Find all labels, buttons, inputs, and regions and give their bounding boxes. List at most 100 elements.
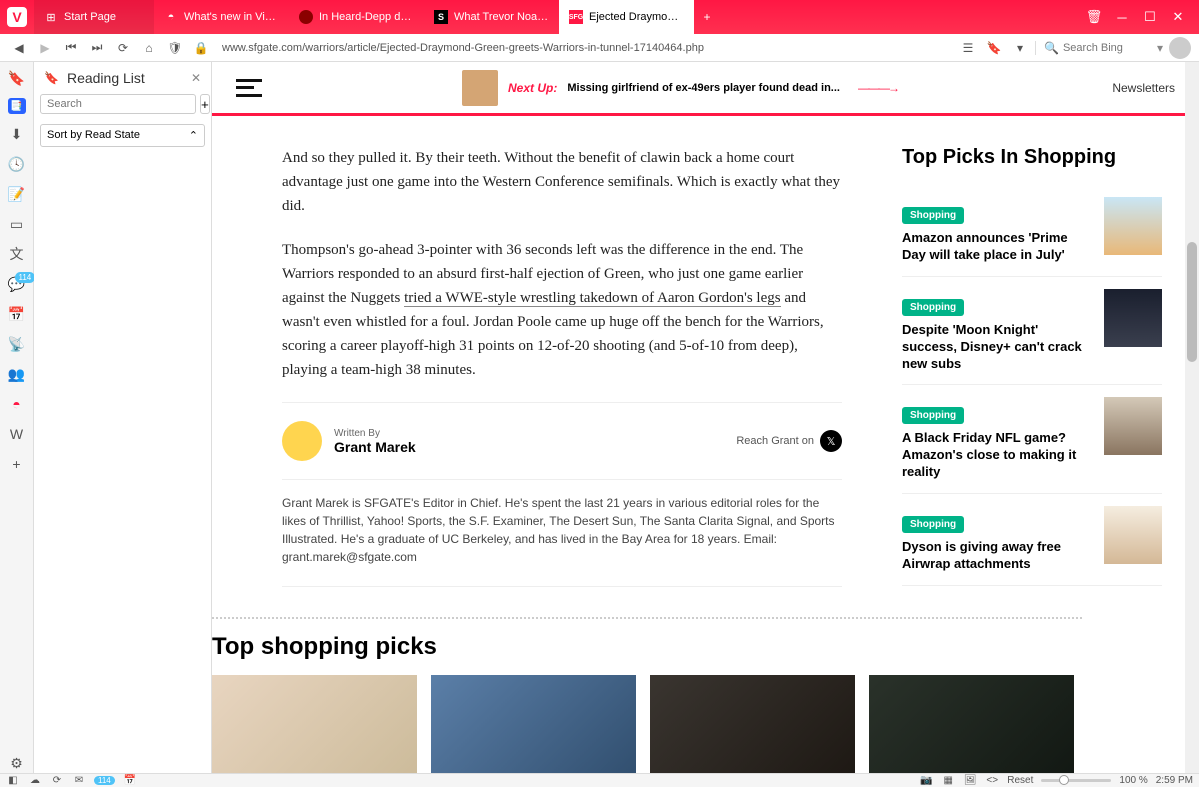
- menu-button[interactable]: [236, 79, 262, 97]
- slider-thumb[interactable]: [1059, 775, 1069, 785]
- vivaldi-menu-button[interactable]: V: [0, 0, 34, 34]
- settings-icon[interactable]: ⚙: [7, 753, 27, 773]
- pick-thumbnail: [1104, 506, 1162, 564]
- reload-button[interactable]: ⟳: [112, 37, 134, 59]
- back-button[interactable]: ◀: [8, 37, 30, 59]
- pick-headline: Amazon announces 'Prime Day will take pl…: [902, 230, 1092, 264]
- rewind-button[interactable]: ⏮: [60, 37, 82, 59]
- images-toggle-icon[interactable]: 🖼: [963, 775, 977, 787]
- shopping-tag: Shopping: [902, 407, 964, 424]
- sync-icon[interactable]: ☁: [28, 775, 42, 787]
- calendar-status-icon[interactable]: 📅: [123, 775, 137, 787]
- vertical-scrollbar[interactable]: [1185, 62, 1199, 773]
- home-button[interactable]: ⌂: [138, 37, 160, 59]
- page-actions-icon[interactable]: <>: [985, 775, 999, 787]
- search-box[interactable]: 🔍 ▾: [1035, 41, 1165, 55]
- zoom-reset-button[interactable]: Reset: [1007, 775, 1033, 786]
- close-button[interactable]: ✕: [1171, 10, 1185, 24]
- fast-forward-button[interactable]: ⏭: [86, 37, 108, 59]
- vivaldi-icon[interactable]: ◓: [7, 394, 27, 414]
- trash-icon[interactable]: 🗑: [1087, 10, 1101, 24]
- tab-vivaldi-news[interactable]: ◓ What's new in Vivaldi | Viv: [154, 0, 289, 34]
- tab-label: What's new in Vivaldi | Viv: [184, 11, 279, 23]
- shopping-tag: Shopping: [902, 299, 964, 316]
- zoom-slider[interactable]: [1041, 779, 1111, 782]
- tab-start-page[interactable]: ⊞ Start Page: [34, 0, 154, 34]
- close-panel-button[interactable]: ✕: [191, 71, 201, 85]
- newsletters-link[interactable]: Newsletters: [1112, 81, 1175, 95]
- pick-thumbnail: [1104, 397, 1162, 455]
- search-icon: 🔍: [1044, 41, 1059, 55]
- reading-list-icon[interactable]: 📑: [8, 98, 26, 114]
- scrollbar-thumb[interactable]: [1187, 242, 1197, 362]
- bookmark-icon: 🔖: [44, 71, 59, 85]
- notes-icon[interactable]: 📝: [7, 184, 27, 204]
- top-pick-item[interactable]: ShoppingAmazon announces 'Prime Day will…: [902, 185, 1162, 277]
- wikipedia-icon[interactable]: W: [7, 424, 27, 444]
- search-input[interactable]: [1063, 42, 1153, 54]
- new-tab-button[interactable]: +: [694, 0, 720, 34]
- downloads-icon[interactable]: ⬇: [7, 124, 27, 144]
- forward-button[interactable]: ▶: [34, 37, 56, 59]
- chat-icon[interactable]: 💬114: [7, 274, 27, 294]
- bookmarks-panel-icon[interactable]: 🔖: [7, 68, 27, 88]
- reading-search-input[interactable]: [40, 94, 196, 114]
- article-link[interactable]: tried a WWE-style wrestling takedown of …: [404, 290, 781, 307]
- translate-icon[interactable]: 文: [7, 244, 27, 264]
- vivaldi-icon: ◓: [164, 10, 178, 24]
- author-bio: Grant Marek is SFGATE's Editor in Chief.…: [282, 480, 842, 587]
- sync-status-icon[interactable]: ⟳: [50, 775, 64, 787]
- capture-icon[interactable]: 📷: [919, 775, 933, 787]
- top-pick-item[interactable]: ShoppingA Black Friday NFL game? Amazon'…: [902, 385, 1162, 494]
- article-paragraph: And so they pulled it. By their teeth. W…: [282, 146, 842, 218]
- tab-draymond[interactable]: SFG Ejected Draymond has NSF: [559, 0, 694, 34]
- chevron-down-icon[interactable]: ▾: [1157, 41, 1163, 55]
- reader-icon[interactable]: ☰: [957, 37, 979, 59]
- bookmark-icon[interactable]: 🔖: [983, 37, 1005, 59]
- mail-icon[interactable]: ✉: [72, 775, 86, 787]
- shopping-card[interactable]: Shopping: [431, 675, 636, 773]
- site-icon: SFG: [569, 10, 583, 24]
- window-icon[interactable]: ▭: [7, 214, 27, 234]
- calendar-icon[interactable]: 📅: [7, 304, 27, 324]
- url-field[interactable]: www.sfgate.com/warriors/article/Ejected-…: [216, 42, 953, 54]
- maximize-button[interactable]: ☐: [1143, 10, 1157, 24]
- tabs-container: ⊞ Start Page ◓ What's new in Vivaldi | V…: [34, 0, 1073, 34]
- shopping-card[interactable]: Shopping: [650, 675, 855, 773]
- address-bar: ◀ ▶ ⏮ ⏭ ⟳ ⌂ 🛡 🔒 www.sfgate.com/warriors/…: [0, 34, 1199, 62]
- twitter-icon[interactable]: 𝕏: [820, 430, 842, 452]
- next-up-thumbnail: [462, 70, 498, 106]
- author-avatar: [282, 421, 322, 461]
- chevron-down-icon[interactable]: ▾: [1009, 37, 1031, 59]
- tab-label: In Heard-Depp defamation: [319, 11, 414, 23]
- next-up-banner[interactable]: Next Up: Missing girlfriend of ex-49ers …: [462, 70, 898, 106]
- panel-toggle-icon[interactable]: ◧: [6, 775, 20, 787]
- profile-avatar[interactable]: [1169, 37, 1191, 59]
- article-text: And so they pulled it. By their teeth. W…: [282, 146, 842, 382]
- sort-dropdown[interactable]: Sort by Read State ⌃: [40, 124, 205, 147]
- article-paragraph: Thompson's go-ahead 3-pointer with 36 se…: [282, 238, 842, 382]
- status-bar: ◧ ☁ ⟳ ✉ 114 📅 📷 ▦ 🖼 <> Reset 100 % 2:59 …: [0, 773, 1199, 787]
- author-name: Grant Marek: [334, 439, 724, 455]
- contacts-icon[interactable]: 👥: [7, 364, 27, 384]
- grid-icon: ⊞: [44, 10, 58, 24]
- add-panel-icon[interactable]: +: [7, 454, 27, 474]
- card-image: [650, 675, 855, 773]
- tab-heard-depp[interactable]: In Heard-Depp defamation: [289, 0, 424, 34]
- add-reading-button[interactable]: +: [200, 94, 210, 114]
- top-pick-item[interactable]: ShoppingDespite 'Moon Knight' success, D…: [902, 277, 1162, 386]
- browser-tab-bar: V ⊞ Start Page ◓ What's new in Vivaldi |…: [0, 0, 1199, 34]
- shield-icon[interactable]: 🛡: [164, 37, 186, 59]
- next-up-headline: Missing girlfriend of ex-49ers player fo…: [567, 82, 840, 94]
- sort-label: Sort by Read State: [47, 129, 140, 142]
- feeds-icon[interactable]: 📡: [7, 334, 27, 354]
- clock: 2:59 PM: [1156, 775, 1193, 786]
- history-icon[interactable]: 🕓: [7, 154, 27, 174]
- mail-badge: 114: [94, 776, 115, 785]
- card-image: [431, 675, 636, 773]
- tiling-icon[interactable]: ▦: [941, 775, 955, 787]
- minimize-button[interactable]: ─: [1115, 10, 1129, 24]
- top-pick-item[interactable]: ShoppingDyson is giving away free Airwra…: [902, 494, 1162, 586]
- tab-trevor-noah[interactable]: S What Trevor Noah got wro: [424, 0, 559, 34]
- shopping-card[interactable]: Shopping: [212, 675, 417, 773]
